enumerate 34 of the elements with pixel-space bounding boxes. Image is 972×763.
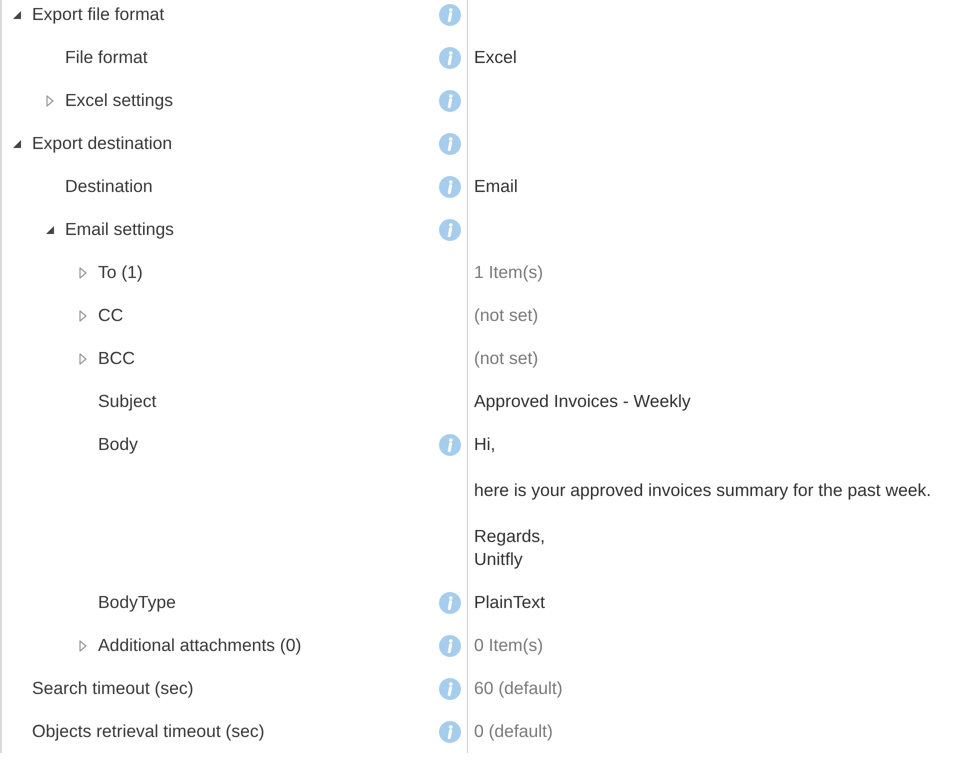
property-label: Destination xyxy=(65,175,153,198)
expanded-arrow-icon[interactable] xyxy=(13,10,21,18)
expanded-arrow-icon[interactable] xyxy=(13,140,21,148)
property-value[interactable]: 60 (default) xyxy=(474,677,563,700)
property-label: Email settings xyxy=(65,218,174,241)
property-value[interactable]: Email xyxy=(474,175,518,198)
property-label: Subject xyxy=(98,390,156,413)
collapsed-arrow-icon[interactable] xyxy=(79,266,87,278)
property-label: Export destination xyxy=(32,132,172,155)
property-label: Search timeout (sec) xyxy=(32,677,194,700)
property-value[interactable]: 0 (default) xyxy=(474,720,553,743)
property-label: Body xyxy=(98,433,138,456)
property-label: File format xyxy=(65,46,148,69)
property-label: To (1) xyxy=(98,261,143,284)
property-value[interactable]: (not set) xyxy=(474,347,538,370)
property-value[interactable]: Approved Invoices - Weekly xyxy=(474,390,691,413)
property-value[interactable]: 0 Item(s) xyxy=(474,634,544,657)
property-label: CC xyxy=(98,304,124,327)
expanded-arrow-icon[interactable] xyxy=(46,226,54,234)
property-label: Excel settings xyxy=(65,89,173,112)
property-value[interactable]: Excel xyxy=(474,46,517,69)
property-value[interactable]: (not set) xyxy=(474,304,538,327)
property-label: Export file format xyxy=(32,3,164,26)
property-value[interactable]: 1 Item(s) xyxy=(474,261,544,284)
property-label: Objects retrieval timeout (sec) xyxy=(32,720,264,743)
property-label: Additional attachments (0) xyxy=(98,634,302,657)
collapsed-arrow-icon[interactable] xyxy=(79,352,87,364)
collapsed-arrow-icon[interactable] xyxy=(79,640,87,652)
property-label: BodyType xyxy=(98,591,176,614)
property-label: BCC xyxy=(98,347,135,370)
property-value[interactable]: PlainText xyxy=(474,591,546,614)
property-value[interactable]: Hi, here is your approved invoices summary for the past week. Regards, Unitfly xyxy=(474,433,932,571)
collapsed-arrow-icon[interactable] xyxy=(46,94,54,106)
collapsed-arrow-icon[interactable] xyxy=(79,310,87,322)
